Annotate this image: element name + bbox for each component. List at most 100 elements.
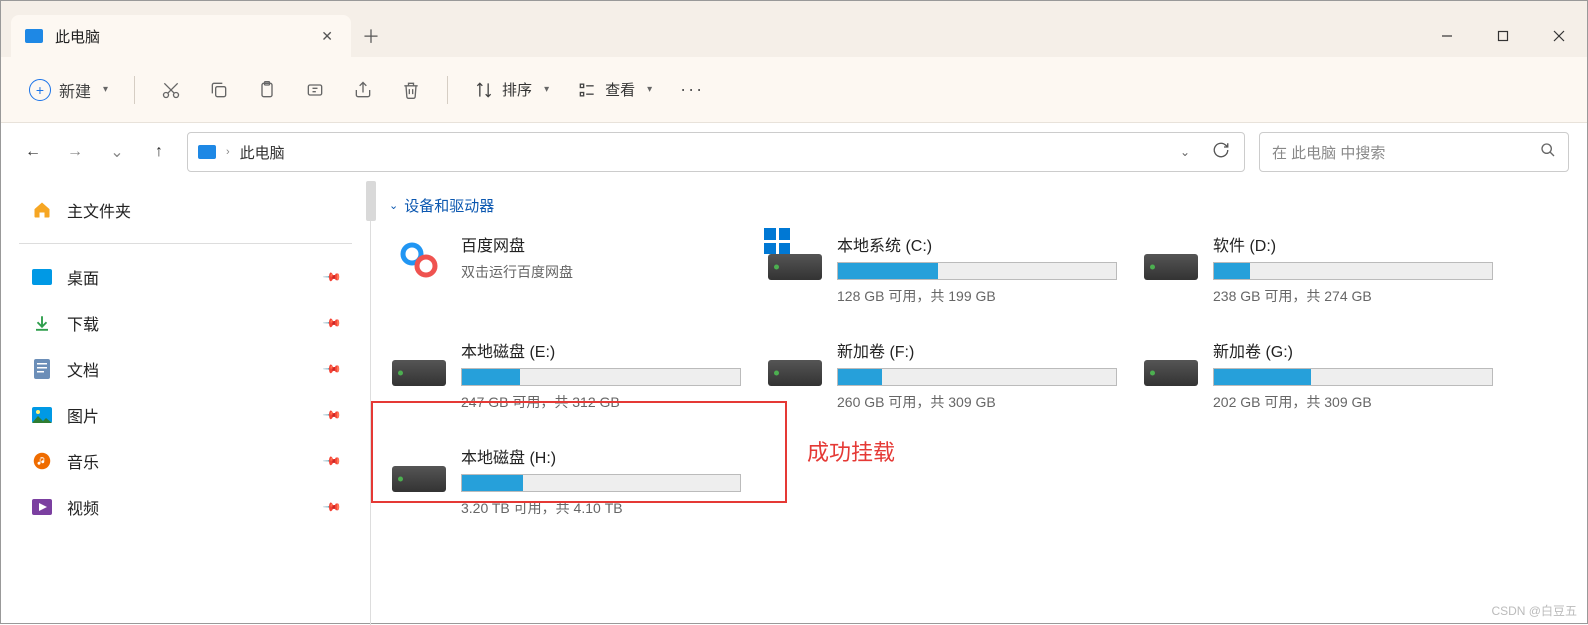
hdd-icon	[1144, 254, 1198, 280]
sidebar-item-desktop[interactable]: 桌面 📌	[1, 254, 370, 300]
maximize-button[interactable]	[1475, 15, 1531, 57]
sidebar-home-label: 主文件夹	[67, 198, 131, 222]
drive-title: 百度网盘	[461, 232, 759, 256]
baidu-netdisk-icon	[395, 236, 443, 284]
hdd-icon	[392, 466, 446, 492]
forward-button[interactable]: →	[61, 138, 89, 166]
breadcrumb-current[interactable]: 此电脑	[240, 142, 285, 163]
pin-icon: 📌	[322, 497, 342, 517]
drive-item[interactable]: 百度网盘 双击运行百度网盘	[387, 228, 763, 310]
back-button[interactable]: ←	[19, 138, 47, 166]
drive-subtitle: 202 GB 可用，共 309 GB	[1213, 392, 1511, 412]
share-button[interactable]	[343, 70, 383, 110]
toolbar: + 新建 ▾ 排序 ▾ 查看 ▾ ···	[1, 57, 1587, 123]
sidebar-item-label: 音乐	[67, 449, 99, 473]
download-icon	[31, 312, 53, 334]
monitor-icon	[25, 29, 43, 43]
drive-subtitle: 3.20 TB 可用，共 4.10 TB	[461, 498, 759, 518]
drive-subtitle: 260 GB 可用，共 309 GB	[837, 392, 1135, 412]
chevron-down-icon: ▾	[544, 84, 549, 95]
recent-dropdown[interactable]: ⌄	[103, 138, 131, 166]
search-placeholder: 在 此电脑 中搜索	[1272, 142, 1385, 163]
drive-title: 新加卷 (G:)	[1213, 338, 1511, 362]
titlebar: 此电脑 ✕ ＋	[1, 1, 1587, 57]
drive-item[interactable]: 软件 (D:) 238 GB 可用，共 274 GB	[1139, 228, 1515, 310]
windows-icon	[764, 228, 790, 254]
paste-button[interactable]	[247, 70, 287, 110]
chevron-down-icon: ▾	[103, 84, 108, 95]
drive-item[interactable]: 本地磁盘 (E:) 247 GB 可用，共 312 GB	[387, 334, 763, 416]
refresh-button[interactable]	[1208, 137, 1234, 168]
copy-button[interactable]	[199, 70, 239, 110]
sidebar-item-downloads[interactable]: 下载 📌	[1, 300, 370, 346]
document-icon	[31, 358, 53, 380]
drive-title: 本地磁盘 (E:)	[461, 338, 759, 362]
sort-label: 排序	[502, 79, 532, 100]
usage-bar	[461, 368, 741, 386]
sidebar-item-pictures[interactable]: 图片 📌	[1, 392, 370, 438]
pin-icon: 📌	[322, 451, 342, 471]
pin-icon: 📌	[322, 267, 342, 287]
content-area: ⌄ 设备和驱动器 百度网盘 双击运行百度网盘 本地系统 (C:) 128 GB …	[371, 181, 1587, 625]
view-button[interactable]: 查看 ▾	[567, 70, 662, 110]
hdd-icon	[768, 254, 822, 280]
drive-item[interactable]: 本地系统 (C:) 128 GB 可用，共 199 GB	[763, 228, 1139, 310]
sidebar-item-label: 视频	[67, 495, 99, 519]
chevron-down-icon: ▾	[647, 84, 652, 95]
chevron-down-icon: ⌄	[389, 199, 398, 212]
sidebar-home[interactable]: 主文件夹	[1, 187, 370, 233]
view-label: 查看	[605, 79, 635, 100]
drive-item[interactable]: 本地磁盘 (H:) 3.20 TB 可用，共 4.10 TB	[387, 440, 763, 522]
breadcrumb: › 此电脑	[226, 142, 1162, 163]
nav-row: ← → ⌄ ↑ › 此电脑 ⌄ 在 此电脑 中搜索	[1, 123, 1587, 181]
search-input[interactable]: 在 此电脑 中搜索	[1259, 132, 1569, 172]
hdd-icon	[392, 360, 446, 386]
plus-circle-icon: +	[29, 79, 51, 101]
search-icon	[1540, 142, 1556, 162]
sidebar-item-label: 文档	[67, 357, 99, 381]
sort-button[interactable]: 排序 ▾	[464, 70, 559, 110]
drive-title: 本地系统 (C:)	[837, 232, 1135, 256]
drive-item[interactable]: 新加卷 (G:) 202 GB 可用，共 309 GB	[1139, 334, 1515, 416]
section-devices[interactable]: ⌄ 设备和驱动器	[389, 195, 1571, 216]
hdd-icon	[768, 360, 822, 386]
sidebar-item-videos[interactable]: 视频 📌	[1, 484, 370, 530]
chevron-down-icon[interactable]: ⌄	[1172, 141, 1198, 163]
delete-button[interactable]	[391, 70, 431, 110]
separator	[19, 243, 352, 244]
chevron-right-icon: ›	[226, 146, 230, 158]
drive-item[interactable]: 新加卷 (F:) 260 GB 可用，共 309 GB	[763, 334, 1139, 416]
sidebar-item-documents[interactable]: 文档 📌	[1, 346, 370, 392]
watermark: CSDN @白豆五	[1491, 602, 1577, 619]
sidebar-item-music[interactable]: 音乐 📌	[1, 438, 370, 484]
close-window-button[interactable]	[1531, 15, 1587, 57]
annotation-text: 成功挂载	[807, 435, 895, 467]
new-button[interactable]: + 新建 ▾	[19, 70, 118, 110]
divider	[447, 76, 448, 104]
window-controls	[1419, 15, 1587, 57]
minimize-button[interactable]	[1419, 15, 1475, 57]
tab-this-pc[interactable]: 此电脑 ✕	[11, 15, 351, 57]
up-button[interactable]: ↑	[145, 138, 173, 166]
sidebar-item-label: 图片	[67, 403, 99, 427]
section-title: 设备和驱动器	[404, 195, 494, 216]
usage-bar	[837, 262, 1117, 280]
rename-button[interactable]	[295, 70, 335, 110]
usage-bar	[1213, 368, 1493, 386]
drive-title: 软件 (D:)	[1213, 232, 1511, 256]
close-tab-icon[interactable]: ✕	[317, 24, 337, 49]
pin-icon: 📌	[322, 313, 342, 333]
new-label: 新建	[59, 78, 91, 102]
sidebar: 主文件夹 桌面 📌 下载 📌 文档 📌 图片 📌 音乐 📌	[1, 181, 371, 625]
drive-subtitle: 双击运行百度网盘	[461, 262, 759, 282]
drive-subtitle: 238 GB 可用，共 274 GB	[1213, 286, 1511, 306]
new-tab-button[interactable]: ＋	[351, 15, 391, 57]
more-button[interactable]: ···	[670, 70, 714, 110]
sidebar-item-label: 桌面	[67, 265, 99, 289]
home-icon	[31, 199, 53, 221]
address-bar[interactable]: › 此电脑 ⌄	[187, 132, 1245, 172]
sidebar-item-label: 下载	[67, 311, 99, 335]
desktop-icon	[31, 266, 53, 288]
cut-button[interactable]	[151, 70, 191, 110]
divider	[134, 76, 135, 104]
